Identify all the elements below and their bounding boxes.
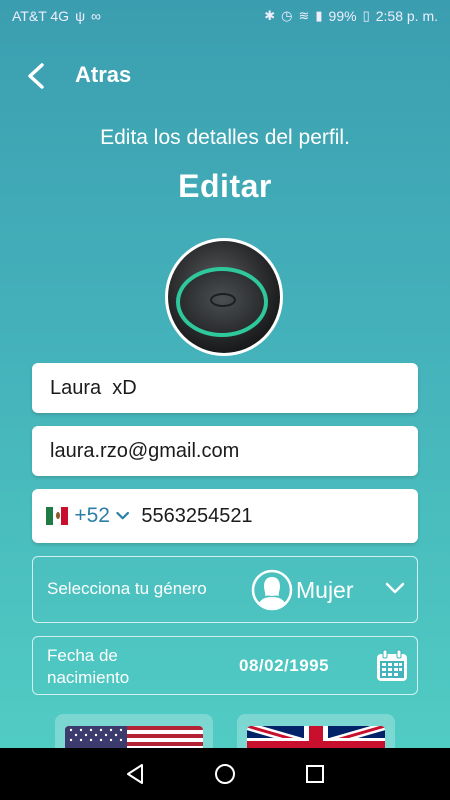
phone-field-container: +52 <box>32 489 418 543</box>
name-field[interactable] <box>50 376 418 400</box>
birthdate-label: Fecha de nacimiento <box>47 646 130 687</box>
system-nav-bar <box>0 748 450 800</box>
chevron-down-icon[interactable] <box>385 581 405 595</box>
phone-field[interactable] <box>141 504 418 528</box>
female-user-icon <box>251 569 293 611</box>
flag-mexico-icon[interactable] <box>46 507 69 525</box>
birthdate-field[interactable]: Fecha de nacimiento 08/02/1995 <box>32 636 418 695</box>
email-field[interactable] <box>50 439 418 463</box>
page-title: Editar <box>178 168 272 204</box>
carrier-label: AT&T 4G <box>12 8 70 24</box>
avatar-photo <box>168 241 280 353</box>
chevron-left-icon[interactable] <box>24 62 48 90</box>
status-bar: AT&T 4G ψ ∞ ✱ ◷ ≋ ▮ 99% ▯ 2:58 p. m. <box>0 0 450 32</box>
battery-icon: ▯ <box>362 8 370 23</box>
gender-value: Mujer <box>296 577 354 603</box>
gender-select[interactable]: Selecciona tu género Mujer <box>32 556 418 623</box>
battery-label: 99% <box>328 8 357 24</box>
status-left: AT&T 4G ψ ∞ <box>12 8 101 24</box>
usb-icon: ψ <box>75 8 86 24</box>
calendar-icon[interactable] <box>375 649 409 683</box>
email-field-container <box>32 426 418 476</box>
clock-label: 2:58 p. m. <box>375 8 438 24</box>
signal-icon: ▮ <box>315 8 323 23</box>
voicemail-icon: ∞ <box>91 8 102 24</box>
avatar-photo-logo <box>210 293 236 307</box>
country-code[interactable]: +52 <box>74 504 110 528</box>
page-subtitle: Edita los detalles del perfil. <box>100 126 350 149</box>
gender-label: Selecciona tu género <box>47 579 207 598</box>
avatar[interactable] <box>165 238 283 356</box>
name-field-container <box>32 363 418 413</box>
home-circle-icon[interactable] <box>213 762 237 786</box>
birthdate-value: 08/02/1995 <box>239 656 330 675</box>
alarm-icon: ◷ <box>281 8 293 23</box>
chevron-down-icon[interactable] <box>116 510 129 522</box>
bluetooth-icon: ✱ <box>264 8 276 23</box>
header: Atras <box>0 56 450 96</box>
recents-square-icon[interactable] <box>303 762 327 786</box>
wifi-icon: ≋ <box>298 8 310 23</box>
back-triangle-icon[interactable] <box>123 762 147 786</box>
status-right: ✱ ◷ ≋ ▮ 99% ▯ 2:58 p. m. <box>264 8 438 24</box>
back-button[interactable]: Atras <box>75 62 131 88</box>
